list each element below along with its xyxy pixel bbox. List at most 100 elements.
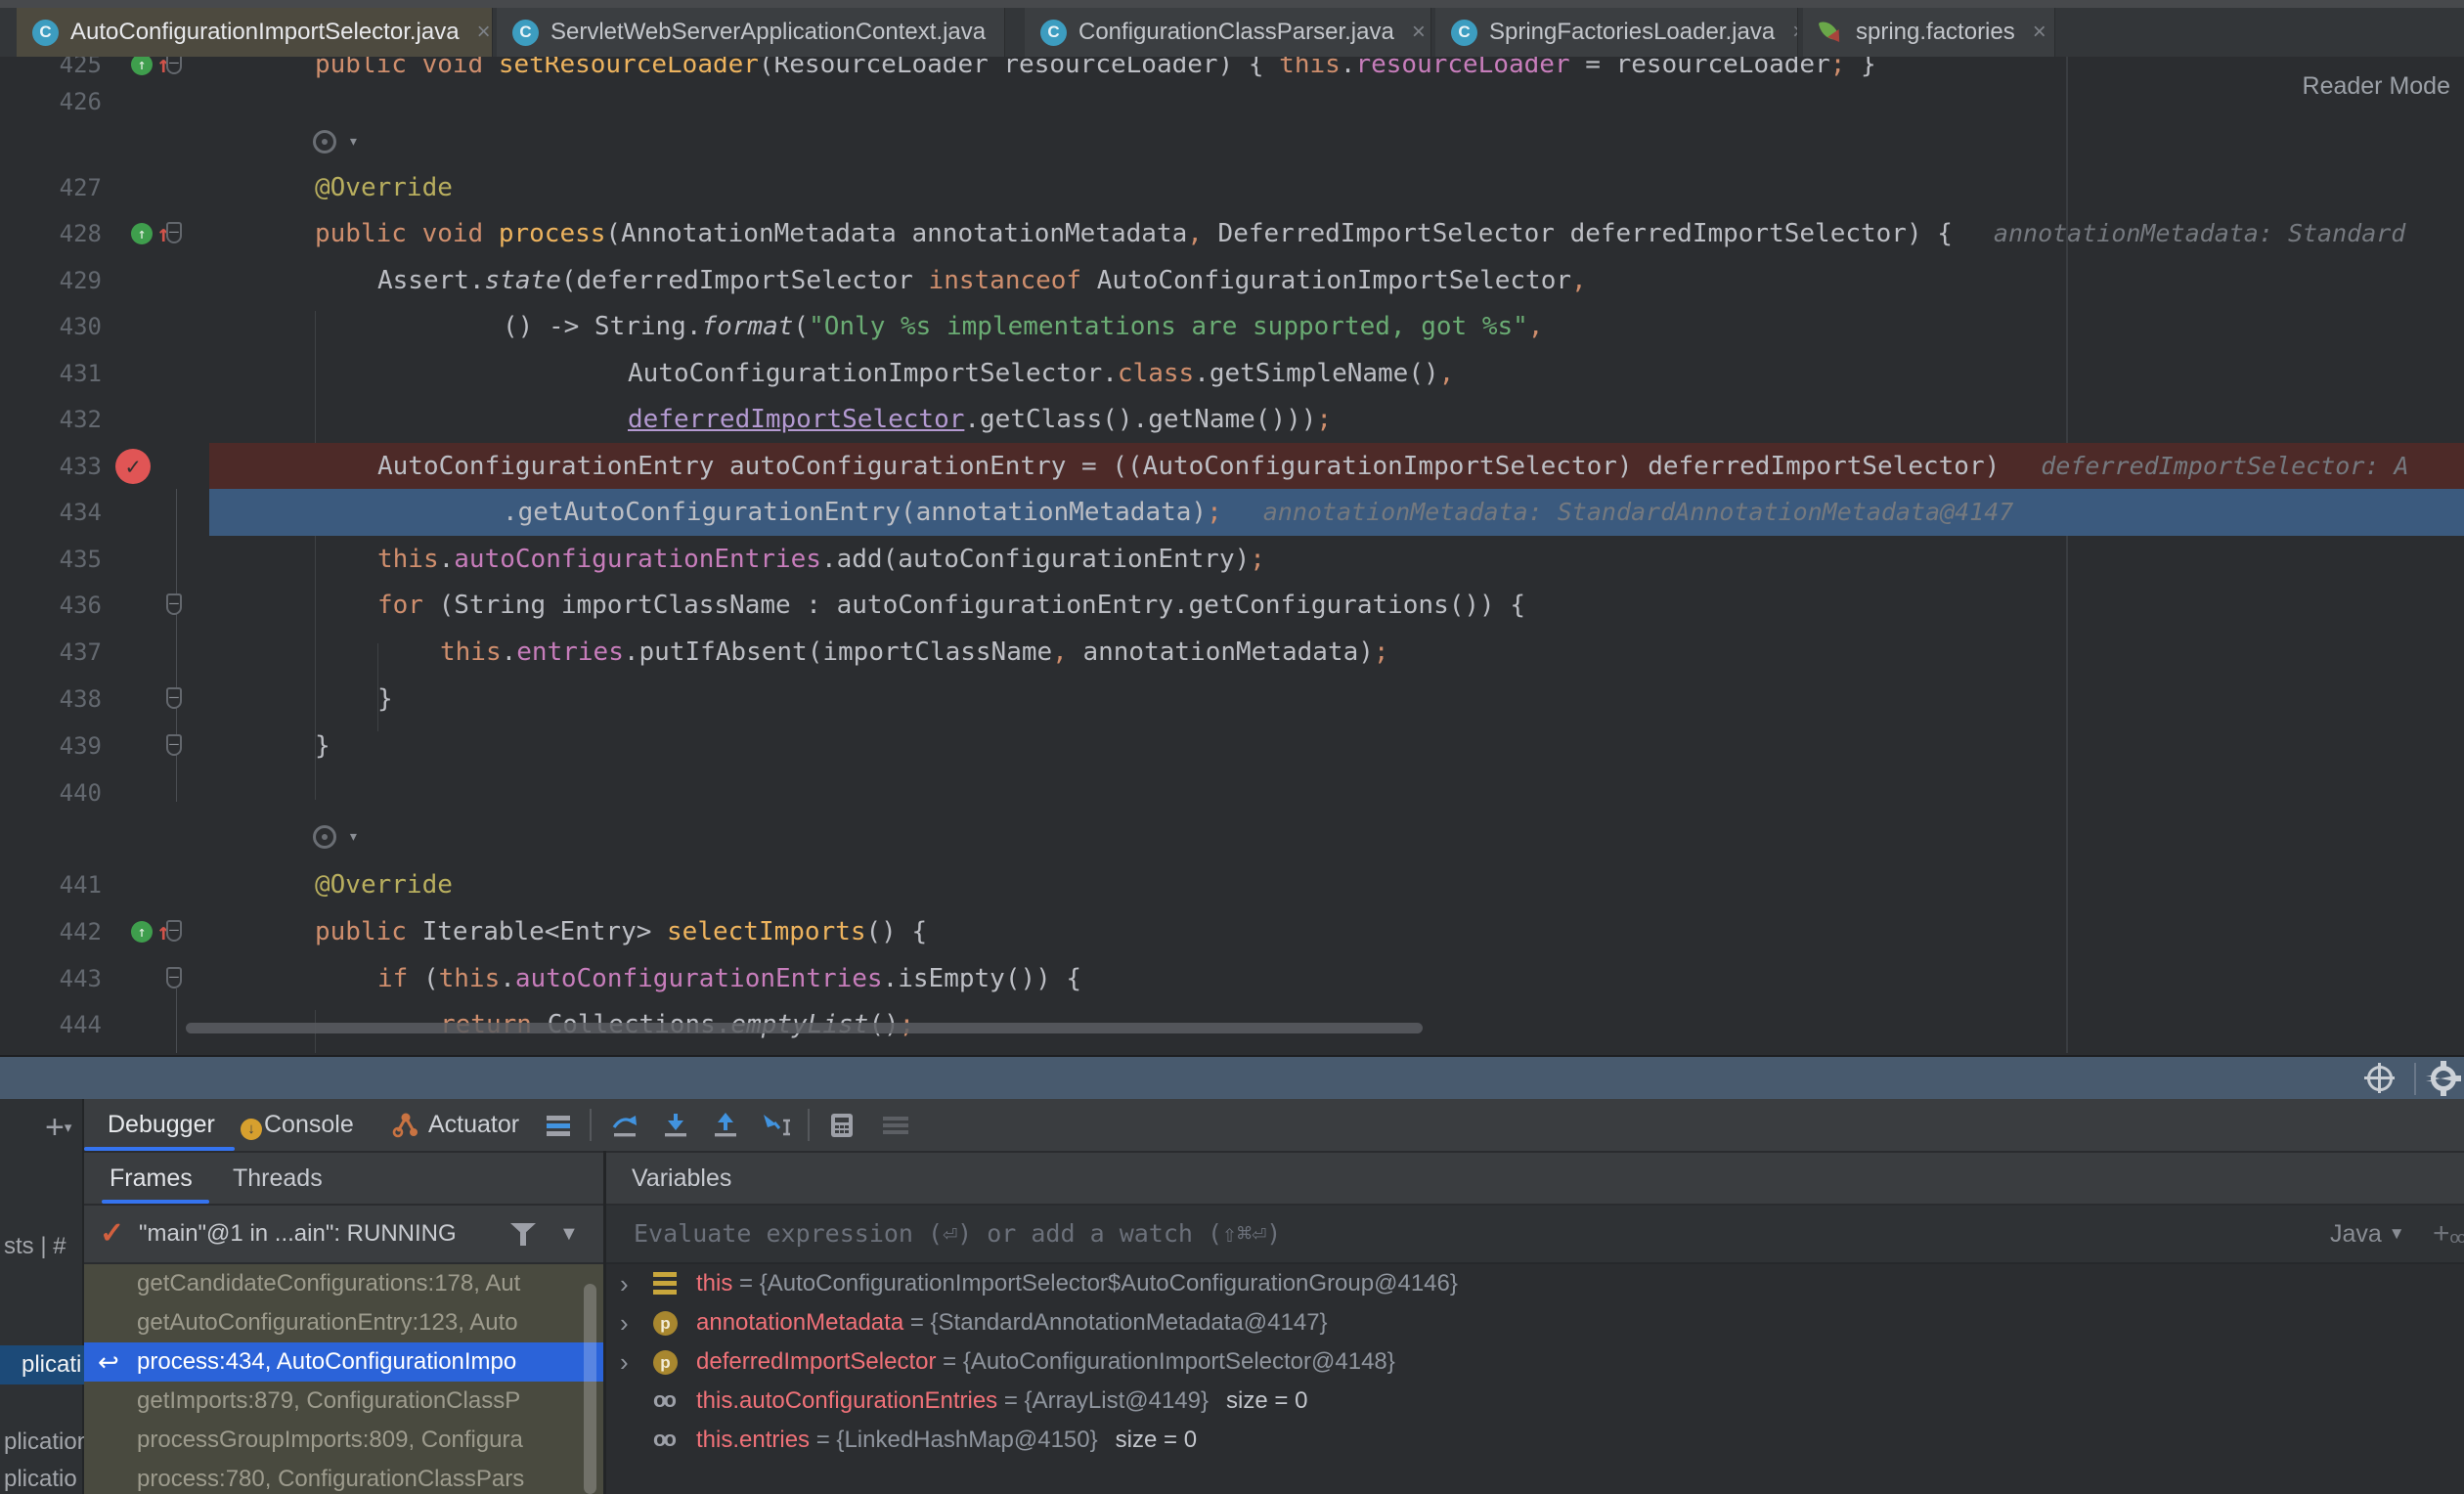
gear-icon[interactable] [2431,1066,2456,1091]
step-out-icon[interactable] [711,1111,740,1140]
fold-marker-icon[interactable]: – [166,687,182,709]
chevron-down-icon[interactable]: ▾ [348,815,359,858]
line-number[interactable]: 435 [0,536,102,583]
fold-marker-icon[interactable]: – [166,967,182,989]
left-tool-stripe: sts | #plicatiplicationplicatio [0,1099,84,1494]
class-icon: C [1451,20,1477,46]
stack-frame-row[interactable]: getImports:879, ConfigurationClassP [84,1382,603,1421]
ai-inlay-icon[interactable] [313,130,336,154]
editor-horizontal-scrollbar[interactable] [186,1023,1423,1033]
muted-extra-icon[interactable] [880,1111,909,1140]
line-number[interactable]: 442 [0,908,102,955]
stack-frame-row[interactable]: getCandidateConfigurations:178, Aut [84,1264,603,1303]
close-icon[interactable]: × [477,19,491,46]
editor-tab[interactable]: CAutoConfigurationImportSelector.java× [17,8,493,57]
line-number[interactable]: 441 [0,861,102,908]
code-editor[interactable]: Reader Mode 425↑↑–public void setResourc… [0,57,2464,1053]
filter-icon[interactable] [510,1223,536,1247]
stack-frame-row[interactable]: ↩process:434, AutoConfigurationImpo [84,1342,603,1382]
overriding-method-icon[interactable]: ↑ [131,57,153,75]
line-number[interactable]: 439 [0,723,102,769]
line-number[interactable]: 440 [0,769,102,816]
step-into-icon[interactable] [661,1111,690,1140]
service-tree-item[interactable]: plicatio [0,1463,86,1494]
tab-frames[interactable]: Frames [110,1153,193,1204]
chevron-down-icon[interactable]: ▾ [348,120,359,163]
frames-list: getCandidateConfigurations:178, AutgetAu… [84,1264,603,1494]
line-number[interactable]: 444 [0,1001,102,1048]
inlay-hint-row: ▾ [0,120,2464,167]
line-number[interactable]: 429 [0,257,102,304]
line-number[interactable]: 427 [0,164,102,211]
stack-frame-row[interactable]: getAutoConfigurationEntry:123, Auto [84,1303,603,1342]
editor-tab[interactable]: spring.factories× [1803,8,2055,57]
frame-label: getCandidateConfigurations:178, Aut [137,1264,520,1303]
expand-chevron-icon[interactable]: › [620,1264,629,1303]
verified-breakpoint-icon[interactable]: ✓ [115,449,151,484]
run-to-cursor-icon[interactable] [761,1111,790,1140]
service-tree-item[interactable]: sts | # [0,1230,86,1263]
tab-threads[interactable]: Threads [233,1153,323,1204]
line-number[interactable]: 431 [0,350,102,397]
tab-actuator[interactable]: Actuator [428,1099,519,1151]
threads-view-icon[interactable] [544,1111,573,1140]
line-number[interactable]: 438 [0,676,102,723]
variable-row[interactable]: ›this = {AutoConfigurationImportSelector… [606,1264,2464,1303]
add-watch-icon[interactable]: +oo [2433,1206,2464,1266]
line-number[interactable]: 443 [0,955,102,1002]
fold-marker-icon[interactable]: – [166,920,182,942]
debugger-inline-hint: annotationMetadata: Standard [1994,219,2405,247]
close-icon[interactable]: × [1792,19,1798,46]
fold-marker-icon[interactable]: – [166,593,182,615]
stack-frame-row[interactable]: processGroupImports:809, Configura [84,1421,603,1460]
service-tree-item[interactable]: plication [0,1426,86,1459]
overriding-method-icon[interactable]: ↑ [131,223,153,244]
thread-selector[interactable]: ✓ "main"@1 in ...ain": RUNNING ▼ [84,1206,603,1264]
language-selector[interactable]: Java ▼ [2330,1206,2405,1262]
variable-row[interactable]: oothis.entries = {LinkedHashMap@4150}siz… [606,1421,2464,1460]
stack-frame-row[interactable]: process:780, ConfigurationClassPars [84,1460,603,1494]
class-icon: C [32,20,59,46]
tab-console[interactable]: Console [264,1099,354,1151]
editor-tab[interactable]: CSpringFactoriesLoader.java× [1435,8,1798,57]
fold-marker-icon[interactable]: – [166,57,182,74]
chevron-down-icon[interactable]: ▼ [559,1206,579,1262]
line-number[interactable]: 430 [0,303,102,350]
variable-row[interactable]: oothis.autoConfigurationEntries = {Array… [606,1382,2464,1421]
line-number[interactable]: 432 [0,396,102,443]
line-number[interactable]: 428 [0,210,102,257]
close-icon[interactable]: × [1003,19,1005,46]
ai-inlay-icon[interactable] [313,825,336,849]
line-number[interactable]: 437 [0,629,102,676]
overriding-method-icon[interactable]: ↑ [131,921,153,943]
evaluate-expression-bar[interactable]: Evaluate expression (⏎) or add a watch (… [606,1206,2464,1264]
code-text: for (String importClassName : autoConfig… [377,582,1525,629]
actuator-icon [391,1111,420,1140]
add-run-configuration-button[interactable]: +▾ [45,1109,71,1147]
editor-tab[interactable]: CServletWebServerApplicationContext.java… [497,8,1005,57]
fold-marker-icon[interactable]: – [166,222,182,243]
code-text: if (this.autoConfigurationEntries.isEmpt… [377,955,1081,1002]
line-number[interactable]: 436 [0,582,102,629]
current-frame-icon: ↩ [98,1342,119,1382]
spring-leaf-icon [1819,20,1844,45]
expand-chevron-icon[interactable]: › [620,1342,629,1382]
evaluate-expression-icon[interactable] [827,1111,857,1140]
tab-debugger[interactable]: Debugger [108,1099,215,1151]
variable-row[interactable]: ›pannotationMetadata = {StandardAnnotati… [606,1303,2464,1342]
code-line: 440 [0,769,2464,816]
code-text: public void process(AnnotationMetadata a… [315,210,2405,257]
line-number[interactable]: 426 [0,78,102,125]
editor-tab[interactable]: CConfigurationClassParser.java× [1025,8,1431,57]
console-output-badge-icon: ↓ [241,1119,262,1140]
show-execution-point-icon[interactable] [2367,1066,2393,1091]
close-icon[interactable]: × [1412,19,1426,46]
step-over-icon[interactable] [610,1111,639,1140]
fold-marker-icon[interactable]: – [166,734,182,756]
line-number[interactable]: 433 [0,443,102,490]
line-number[interactable]: 434 [0,489,102,536]
close-icon[interactable]: × [2033,19,2046,46]
frames-scrollbar[interactable] [584,1284,596,1494]
expand-chevron-icon[interactable]: › [620,1303,629,1342]
variable-row[interactable]: ›pdeferredImportSelector = {AutoConfigur… [606,1342,2464,1382]
